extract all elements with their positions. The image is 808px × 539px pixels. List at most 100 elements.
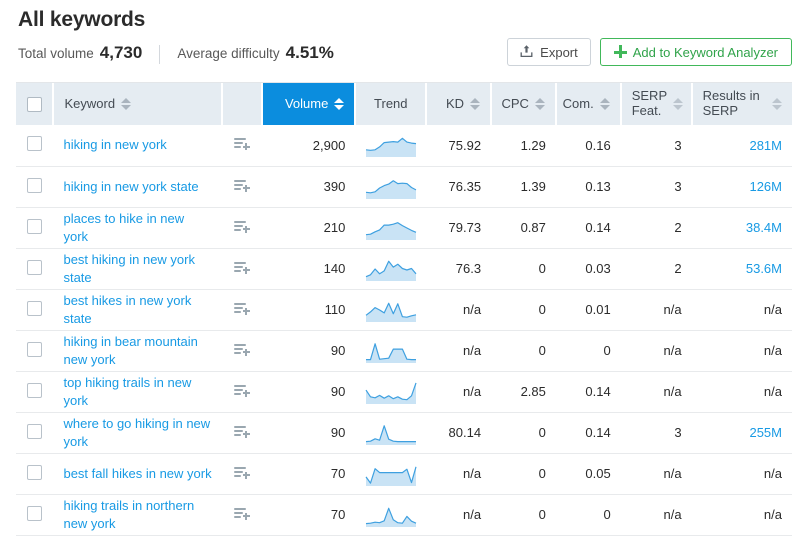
row-checkbox[interactable]	[27, 424, 42, 439]
results-in-serp-cell[interactable]: 281M	[692, 125, 792, 166]
column-header-kd[interactable]: KD	[426, 83, 491, 125]
add-to-keyword-analyzer-label: Add to Keyword Analyzer	[633, 45, 778, 60]
com-cell: 0.16	[556, 125, 621, 166]
results-in-serp-cell[interactable]: 126M	[692, 166, 792, 207]
results-in-serp-cell[interactable]: 38.4M	[692, 207, 792, 248]
add-to-list-icon[interactable]	[234, 137, 250, 150]
results-in-serp-link[interactable]: 281M	[749, 138, 782, 153]
kd-cell: 76.3	[426, 248, 491, 289]
header-actions: Export Add to Keyword Analyzer	[507, 38, 792, 66]
com-cell: 0.14	[556, 371, 621, 412]
row-select-cell	[16, 412, 53, 453]
row-checkbox[interactable]	[27, 383, 42, 398]
row-checkbox[interactable]	[27, 465, 42, 480]
add-to-list-icon[interactable]	[234, 507, 250, 520]
add-to-list-icon[interactable]	[234, 179, 250, 192]
add-to-list-icon[interactable]	[234, 343, 250, 356]
results-in-serp-cell[interactable]: 255M	[692, 412, 792, 453]
add-to-list-icon[interactable]	[234, 261, 250, 274]
trend-cell	[355, 371, 426, 412]
sort-arrows-icon[interactable]	[772, 98, 782, 110]
row-checkbox[interactable]	[27, 506, 42, 521]
kd-cell: n/a	[426, 371, 491, 412]
column-header-tag	[222, 83, 263, 125]
volume-cell: 70	[262, 494, 355, 535]
add-to-list-icon[interactable]	[234, 466, 250, 479]
table-row: best hikes in new york state110n/a00.01n…	[16, 289, 792, 330]
column-header-cpc[interactable]: CPC	[491, 83, 556, 125]
row-checkbox[interactable]	[27, 219, 42, 234]
results-in-serp-link[interactable]: 53.6M	[746, 261, 782, 276]
keyword-cell: best hikes in new york state	[53, 289, 221, 330]
export-button-label: Export	[540, 45, 578, 60]
serp-feat-cell: 2	[621, 248, 692, 289]
com-cell: 0.05	[556, 453, 621, 494]
cpc-cell: 0	[491, 248, 556, 289]
row-select-cell	[16, 371, 53, 412]
keyword-cell: where to go hiking in new york	[53, 412, 221, 453]
keyword-link[interactable]: top hiking trails in new york	[63, 374, 211, 410]
row-checkbox[interactable]	[27, 342, 42, 357]
cpc-cell: 0	[491, 289, 556, 330]
results-in-serp-link[interactable]: 38.4M	[746, 220, 782, 235]
keyword-link[interactable]: best hikes in new york state	[63, 292, 211, 328]
volume-cell: 210	[262, 207, 355, 248]
com-cell: 0.14	[556, 207, 621, 248]
row-select-cell	[16, 289, 53, 330]
sort-arrows-icon[interactable]	[600, 98, 610, 110]
row-select-cell	[16, 207, 53, 248]
add-to-list-icon[interactable]	[234, 425, 250, 438]
add-to-list-icon[interactable]	[234, 220, 250, 233]
export-button[interactable]: Export	[507, 38, 591, 66]
row-checkbox[interactable]	[27, 136, 42, 151]
keyword-cell: hiking trails in northern new york	[53, 494, 221, 535]
column-header-keyword[interactable]: Keyword	[53, 83, 221, 125]
table-row: where to go hiking in new york9080.1400.…	[16, 412, 792, 453]
com-cell: 0	[556, 494, 621, 535]
add-to-list-cell	[222, 125, 263, 166]
table-row: hiking in new york2,90075.921.290.163281…	[16, 125, 792, 166]
upload-icon	[520, 44, 533, 61]
keyword-link[interactable]: hiking in new york state	[63, 178, 211, 196]
row-checkbox[interactable]	[27, 178, 42, 193]
keyword-link[interactable]: best hiking in new york state	[63, 251, 211, 287]
column-header-serp-feat[interactable]: SERP Feat.	[621, 83, 692, 125]
row-select-cell	[16, 248, 53, 289]
sort-arrows-icon[interactable]	[673, 98, 683, 110]
results-in-serp-cell[interactable]: 53.6M	[692, 248, 792, 289]
keyword-link[interactable]: hiking in new york	[63, 136, 211, 154]
trend-cell	[355, 248, 426, 289]
sort-arrows-icon[interactable]	[535, 98, 545, 110]
metric-average-difficulty: Average difficulty 4.51%	[177, 43, 334, 63]
trend-cell	[355, 207, 426, 248]
sort-arrows-icon[interactable]	[121, 98, 131, 110]
keyword-link[interactable]: where to go hiking in new york	[63, 415, 211, 451]
serp-feat-line1: SERP	[632, 88, 667, 103]
add-to-list-cell	[222, 412, 263, 453]
sort-arrows-icon[interactable]	[334, 98, 344, 110]
column-header-kd-label: KD	[446, 97, 464, 112]
metric-total-volume-value: 4,730	[100, 43, 143, 63]
keyword-link[interactable]: hiking trails in northern new york	[63, 497, 211, 533]
results-in-serp-link[interactable]: 255M	[749, 425, 782, 440]
row-checkbox[interactable]	[27, 260, 42, 275]
column-header-results-in-serp[interactable]: Results in SERP	[692, 83, 792, 125]
serp-feat-cell: 2	[621, 207, 692, 248]
sort-arrows-icon[interactable]	[470, 98, 480, 110]
cpc-cell: 0.87	[491, 207, 556, 248]
column-header-com[interactable]: Com.	[556, 83, 621, 125]
serp-feat-cell: 3	[621, 412, 692, 453]
keyword-link[interactable]: hiking in bear mountain new york	[63, 333, 211, 369]
kd-cell: n/a	[426, 330, 491, 371]
keyword-link[interactable]: best fall hikes in new york	[63, 465, 211, 483]
column-header-volume[interactable]: Volume	[262, 83, 355, 125]
add-to-keyword-analyzer-button[interactable]: Add to Keyword Analyzer	[600, 38, 792, 66]
add-to-list-icon[interactable]	[234, 302, 250, 315]
volume-cell: 2,900	[262, 125, 355, 166]
select-all-checkbox[interactable]	[27, 97, 42, 112]
add-to-list-icon[interactable]	[234, 384, 250, 397]
row-checkbox[interactable]	[27, 301, 42, 316]
row-select-cell	[16, 330, 53, 371]
results-in-serp-link[interactable]: 126M	[749, 179, 782, 194]
keyword-link[interactable]: places to hike in new york	[63, 210, 211, 246]
